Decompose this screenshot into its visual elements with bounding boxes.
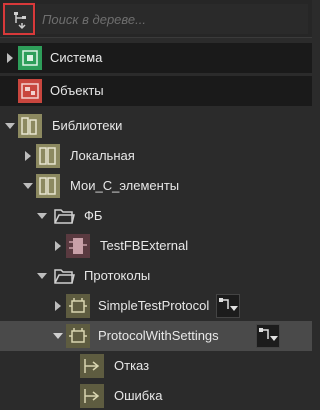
tree-item-label: Отказ: [114, 358, 150, 373]
tree-item-local[interactable]: Локальная: [0, 141, 312, 171]
collapse-arrow-icon[interactable]: [4, 120, 16, 132]
protocol-icon: [66, 294, 90, 318]
tree-search-input[interactable]: [36, 4, 308, 34]
function-block-icon: [66, 234, 90, 258]
tree-hierarchy-icon: [14, 12, 26, 30]
tree-item-error[interactable]: Ошибка: [0, 381, 312, 410]
tree-search-bar: [0, 0, 312, 38]
collapse-arrow-icon[interactable]: [52, 330, 64, 342]
library-icon: [36, 144, 60, 168]
libraries-icon: [18, 114, 42, 138]
protocol-action-icon: [219, 298, 238, 311]
objects-icon: [18, 79, 42, 103]
expand-arrow-icon[interactable]: [52, 240, 64, 252]
expand-arrow-icon[interactable]: [52, 300, 64, 312]
library-icon: [36, 174, 60, 198]
tree-item-label: SimpleTestProtocol: [98, 298, 210, 313]
tree-item-label: Мои_С_элементы: [70, 178, 180, 193]
tree-item-simple-test-protocol[interactable]: SimpleTestProtocol: [0, 291, 312, 321]
tree-item-fail[interactable]: Отказ: [0, 351, 312, 381]
protocol-action-button[interactable]: [256, 324, 280, 348]
tree-item-system[interactable]: Система: [0, 43, 312, 73]
tree-item-label: Система: [50, 50, 103, 65]
protocol-action-button[interactable]: [216, 294, 240, 318]
collapse-arrow-icon[interactable]: [22, 180, 34, 192]
event-icon: [80, 354, 104, 378]
tree-item-label: Локальная: [70, 148, 135, 163]
tree-item-label: Ошибка: [114, 388, 163, 403]
tree-item-label: Протоколы: [84, 268, 151, 283]
collapse-arrow-icon[interactable]: [36, 210, 48, 222]
tree-item-label: Библиотеки: [52, 118, 123, 133]
tree-item-objects[interactable]: Объекты: [0, 76, 312, 106]
tree-item-label: ProtocolWithSettings: [98, 328, 219, 343]
system-icon: [18, 46, 42, 70]
folder-open-icon: [52, 264, 76, 288]
expand-arrow-icon[interactable]: [4, 52, 16, 64]
tree-item-my-elements[interactable]: Мои_С_элементы: [0, 171, 312, 201]
protocol-action-icon: [259, 328, 278, 341]
expand-arrow-icon[interactable]: [22, 150, 34, 162]
tree-item-label: ФБ: [84, 208, 103, 223]
event-icon: [80, 384, 104, 408]
tree-item-test-fb-external[interactable]: TestFBExternal: [0, 231, 312, 261]
protocol-icon: [66, 324, 90, 348]
tree-item-protocol-with-settings[interactable]: ProtocolWithSettings: [0, 321, 312, 351]
collapse-arrow-icon[interactable]: [36, 270, 48, 282]
tree-item-libraries[interactable]: Библиотеки: [0, 111, 312, 141]
tree-view-toggle-button[interactable]: [3, 3, 35, 35]
tree-item-protocols-folder[interactable]: Протоколы: [0, 261, 312, 291]
tree-item-label: Объекты: [50, 83, 104, 98]
tree-item-label: TestFBExternal: [100, 238, 189, 253]
tree-item-fb-folder[interactable]: ФБ: [0, 201, 312, 231]
folder-open-icon: [52, 204, 76, 228]
